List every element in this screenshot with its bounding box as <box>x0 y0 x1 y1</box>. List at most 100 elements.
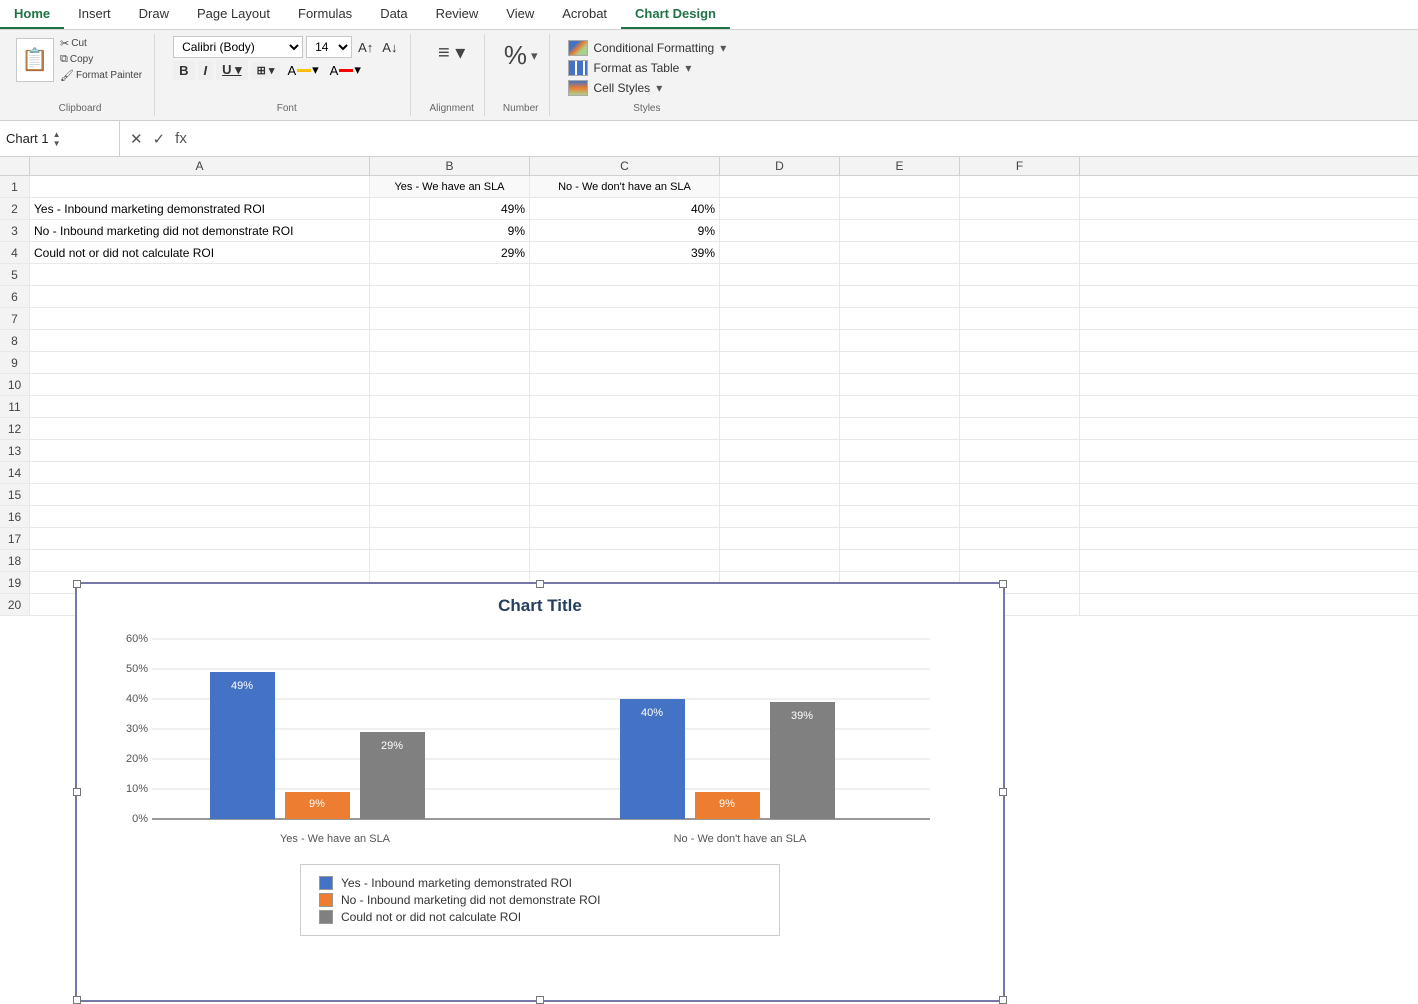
col-header-d[interactable]: D <box>720 157 840 175</box>
alignment-icon[interactable]: ≡ ▾ <box>438 40 465 65</box>
format-as-table-icon <box>568 60 588 76</box>
svg-text:10%: 10% <box>126 783 148 795</box>
cut-button[interactable]: ✂ Cut <box>58 36 144 51</box>
font-grow-button[interactable]: A↑ <box>355 40 376 55</box>
styles-group: Conditional Formatting ▾ Format as Table… <box>558 34 737 116</box>
cell-c3[interactable]: 9% <box>530 220 720 241</box>
tab-view[interactable]: View <box>492 0 548 29</box>
table-row: 15 <box>0 484 1418 506</box>
cell-a4[interactable]: Could not or did not calculate ROI <box>30 242 370 263</box>
font-color-button[interactable]: A ▾ <box>326 60 365 80</box>
cell-f3[interactable] <box>960 220 1080 241</box>
tab-formulas[interactable]: Formulas <box>284 0 366 29</box>
chart-handle-tr[interactable] <box>999 580 1007 588</box>
borders-button[interactable]: ⊞ ▾ <box>251 62 281 79</box>
col-header-b[interactable]: B <box>370 157 530 175</box>
name-box-arrows[interactable]: ▲ ▼ <box>53 130 61 148</box>
cell-b1[interactable]: Yes - We have an SLA <box>370 176 530 197</box>
percent-icon[interactable]: % <box>504 40 527 71</box>
tab-insert[interactable]: Insert <box>64 0 125 29</box>
svg-text:49%: 49% <box>231 680 253 692</box>
col-header-f[interactable]: F <box>960 157 1080 175</box>
tab-draw[interactable]: Draw <box>125 0 183 29</box>
format-painter-button[interactable]: 🖌 Format Painter <box>58 68 144 83</box>
svg-text:20%: 20% <box>126 753 148 765</box>
bold-button[interactable]: B <box>173 61 194 80</box>
cell-e3[interactable] <box>840 220 960 241</box>
cell-a2[interactable]: Yes - Inbound marketing demonstrated ROI <box>30 198 370 219</box>
cell-b2[interactable]: 49% <box>370 198 530 219</box>
cell-b3[interactable]: 9% <box>370 220 530 241</box>
format-as-table-button[interactable]: Format as Table ▾ <box>568 60 727 76</box>
cell-d2[interactable] <box>720 198 840 219</box>
chart-handle-br[interactable] <box>999 996 1007 1004</box>
legend-color-1 <box>319 876 333 890</box>
chart-handle-tl[interactable] <box>73 580 81 588</box>
tab-data[interactable]: Data <box>366 0 421 29</box>
copy-button[interactable]: ⧉ Copy <box>58 52 144 67</box>
conditional-formatting-button[interactable]: Conditional Formatting ▾ <box>568 40 727 56</box>
svg-text:9%: 9% <box>309 798 325 810</box>
tab-review[interactable]: Review <box>422 0 493 29</box>
chart-handle-mr[interactable] <box>999 788 1007 796</box>
alignment-label: Alignment <box>429 101 473 114</box>
cell-c1[interactable]: No - We don't have an SLA <box>530 176 720 197</box>
column-headers: A B C D E F <box>0 157 1418 176</box>
row-num-2: 2 <box>0 198 30 219</box>
chart-container[interactable]: Chart Title 60% 50% 40% 30% 20% 10% 0% <box>75 582 1005 1002</box>
cell-f4[interactable] <box>960 242 1080 263</box>
table-row: 16 <box>0 506 1418 528</box>
cell-a3[interactable]: No - Inbound marketing did not demonstra… <box>30 220 370 241</box>
insert-function-button[interactable]: fx <box>175 130 187 147</box>
cell-c2[interactable]: 40% <box>530 198 720 219</box>
tab-page-layout[interactable]: Page Layout <box>183 0 284 29</box>
col-header-a[interactable]: A <box>30 157 370 175</box>
cell-c4[interactable]: 39% <box>530 242 720 263</box>
italic-button[interactable]: I <box>198 61 214 80</box>
cell-f1[interactable] <box>960 176 1080 197</box>
name-box[interactable]: Chart 1 ▲ ▼ <box>0 121 120 156</box>
tab-chart-design[interactable]: Chart Design <box>621 0 730 29</box>
legend-color-2 <box>319 893 333 907</box>
table-row: 1 Yes - We have an SLA No - We don't hav… <box>0 176 1418 198</box>
cell-a1[interactable] <box>30 176 370 197</box>
chart-handle-ml[interactable] <box>73 788 81 796</box>
chart-handle-bc[interactable] <box>536 996 544 1004</box>
font-shrink-button[interactable]: A↓ <box>379 40 400 55</box>
clipboard-group: 📋 ✂ Cut ⧉ Copy 🖌 Format Painter Clipboar… <box>6 34 155 116</box>
table-row: 12 <box>0 418 1418 440</box>
rows-area: 1 Yes - We have an SLA No - We don't hav… <box>0 176 1418 616</box>
legend-item-1: Yes - Inbound marketing demonstrated ROI <box>319 876 761 890</box>
col-header-e[interactable]: E <box>840 157 960 175</box>
svg-text:50%: 50% <box>126 663 148 675</box>
cell-e1[interactable] <box>840 176 960 197</box>
confirm-formula-button[interactable]: ✓ <box>153 130 166 148</box>
svg-text:9%: 9% <box>719 798 735 810</box>
cell-d1[interactable] <box>720 176 840 197</box>
formula-input[interactable] <box>197 131 1418 146</box>
fill-color-button[interactable]: A ▾ <box>283 60 322 80</box>
chart-handle-bl[interactable] <box>73 996 81 1004</box>
cell-f2[interactable] <box>960 198 1080 219</box>
cell-b4[interactable]: 29% <box>370 242 530 263</box>
cancel-formula-button[interactable]: ✕ <box>130 130 143 148</box>
font-size-select[interactable]: 14 <box>306 36 352 58</box>
cell-d4[interactable] <box>720 242 840 263</box>
font-name-select[interactable]: Calibri (Body) <box>173 36 303 58</box>
cell-d3[interactable] <box>720 220 840 241</box>
cell-e4[interactable] <box>840 242 960 263</box>
cell-styles-button[interactable]: Cell Styles ▾ <box>568 80 727 96</box>
tab-acrobat[interactable]: Acrobat <box>548 0 621 29</box>
chart-handle-tc[interactable] <box>536 580 544 588</box>
paste-area: 📋 ✂ Cut ⧉ Copy 🖌 Format Painter <box>16 36 144 83</box>
chart-title[interactable]: Chart Title <box>89 596 991 616</box>
bar-sla-yes-s1[interactable] <box>210 672 275 819</box>
number-format-dropdown[interactable]: ▾ <box>531 48 538 64</box>
underline-button[interactable]: U ▾ <box>216 60 248 80</box>
tab-home[interactable]: Home <box>0 0 64 29</box>
cell-e2[interactable] <box>840 198 960 219</box>
svg-text:60%: 60% <box>126 633 148 645</box>
spreadsheet: A B C D E F 1 Yes - We have an SLA No - … <box>0 157 1418 616</box>
col-header-c[interactable]: C <box>530 157 720 175</box>
paste-button[interactable]: 📋 <box>16 38 54 82</box>
